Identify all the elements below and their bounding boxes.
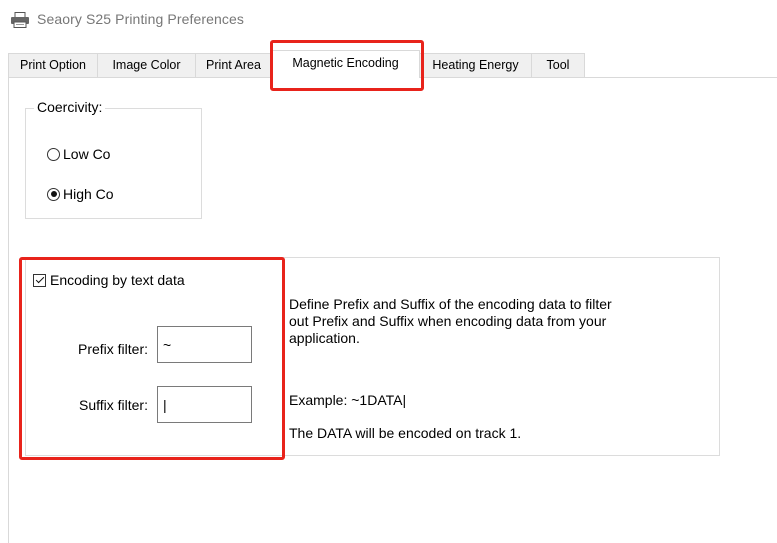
tab-print-area[interactable]: Print Area xyxy=(195,53,272,77)
title-bar: Seaory S25 Printing Preferences xyxy=(0,0,777,42)
radio-high-co[interactable]: High Co xyxy=(47,186,114,202)
description-line-2: out Prefix and Suffix when encoding data… xyxy=(289,313,607,329)
prefix-filter-label: Prefix filter: xyxy=(77,341,148,357)
panel-border xyxy=(8,77,9,543)
tab-heating-energy[interactable]: Heating Energy xyxy=(419,53,532,77)
track-note: The DATA will be encoded on track 1. xyxy=(289,425,522,441)
checkbox-encoding-by-text[interactable] xyxy=(33,273,46,287)
suffix-filter-label: Suffix filter: xyxy=(79,397,148,413)
suffix-filter-input[interactable] xyxy=(157,386,252,423)
tab-print-option[interactable]: Print Option xyxy=(8,53,98,77)
example-text: Example: ~1DATA| xyxy=(289,392,407,408)
radio-button-low-co[interactable] xyxy=(47,147,60,161)
tab-tool[interactable]: Tool xyxy=(531,53,585,77)
checkbox-label-encoding: Encoding by text data xyxy=(50,272,185,288)
description-line-3: application. xyxy=(289,330,360,346)
coercivity-legend: Coercivity: xyxy=(34,99,106,115)
prefix-filter-input[interactable] xyxy=(157,326,252,363)
encoding-by-text-checkbox[interactable]: Encoding by text data xyxy=(33,272,185,288)
window-title: Seaory S25 Printing Preferences xyxy=(37,11,244,27)
radio-label-low-co: Low Co xyxy=(63,146,111,162)
description-line-1: Define Prefix and Suffix of the encoding… xyxy=(289,296,612,312)
tab-magnetic-encoding[interactable]: Magnetic Encoding xyxy=(271,50,420,78)
radio-button-high-co[interactable] xyxy=(47,187,60,201)
tab-strip: Print Option Image Color Print Area Magn… xyxy=(8,50,777,78)
radio-label-high-co: High Co xyxy=(63,186,114,202)
printer-icon xyxy=(11,12,29,28)
coercivity-group xyxy=(25,108,202,219)
tab-image-color[interactable]: Image Color xyxy=(97,53,196,77)
radio-low-co[interactable]: Low Co xyxy=(47,146,110,162)
